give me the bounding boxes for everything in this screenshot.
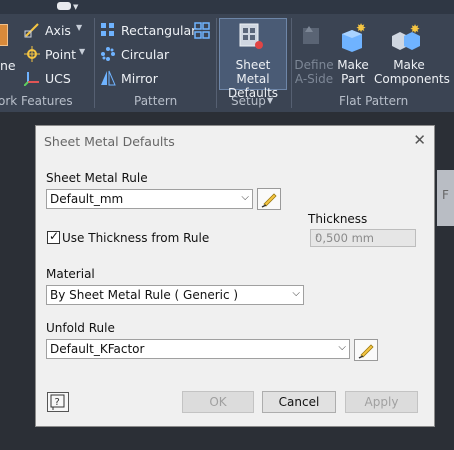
edit-sheet-metal-rule-button[interactable]: [257, 188, 281, 210]
chevron-right-icon: ›: [315, 231, 319, 242]
define-a-side-icon: [303, 26, 319, 44]
cancel-button[interactable]: Cancel: [262, 391, 336, 413]
panel-divider: [94, 18, 95, 108]
chevron-down-icon: ⌵: [292, 288, 300, 299]
dialog-title: Sheet Metal Defaults: [44, 134, 175, 149]
pattern-panel-label: Pattern: [134, 94, 178, 108]
chevron-down-icon[interactable]: ▼: [73, 3, 78, 11]
setup-panel-label[interactable]: Setup: [231, 94, 266, 108]
ucs-icon[interactable]: [24, 70, 40, 86]
pattern-extra-icon[interactable]: [194, 22, 210, 40]
chevron-down-icon[interactable]: ▼: [267, 96, 273, 105]
background-window: F: [437, 170, 454, 226]
make-part-button[interactable]: Make Part: [334, 58, 372, 86]
flat-pattern-panel-label: Flat Pattern: [339, 94, 409, 108]
chevron-down-icon: ⌵: [338, 342, 346, 353]
chevron-down-icon[interactable]: ▼: [76, 23, 82, 32]
material-dropdown[interactable]: By Sheet Metal Rule ( Generic ) ⌵: [46, 285, 304, 305]
sheet-metal-rule-value: Default_mm: [50, 192, 124, 206]
make-components-label-2: Components: [374, 72, 450, 86]
use-thickness-label: Use Thickness from Rule: [62, 231, 210, 245]
thickness-label: Thickness: [308, 212, 368, 226]
point-button[interactable]: Point: [45, 47, 76, 62]
sheet-metal-defaults-dialog: Sheet Metal Defaults ✕ Sheet Metal Rule …: [35, 125, 435, 427]
panel-divider: [291, 18, 292, 108]
axis-button[interactable]: Axis: [45, 23, 71, 38]
sketch-icon[interactable]: [0, 24, 8, 46]
help-button[interactable]: ?: [47, 392, 69, 412]
ribbon-tab-icon[interactable]: [57, 2, 71, 10]
make-part-label-2: Part: [341, 72, 365, 86]
pencil-icon: [358, 344, 374, 359]
material-value: By Sheet Metal Rule ( Generic ): [50, 288, 239, 302]
circular-pattern-button[interactable]: Circular: [121, 47, 169, 62]
work-features-panel-label: ork Features: [0, 94, 73, 108]
unfold-rule-label: Unfold Rule: [46, 321, 115, 335]
make-components-icon[interactable]: ✸: [390, 22, 424, 52]
thickness-field: 0,500 mm ›: [310, 229, 416, 247]
ucs-button[interactable]: UCS: [45, 71, 71, 86]
ribbon-top-strip: ▼: [0, 0, 454, 14]
use-thickness-checkbox[interactable]: ✓: [47, 229, 60, 244]
axis-icon[interactable]: [24, 22, 40, 38]
sheet-metal-defaults-icon[interactable]: [238, 22, 264, 50]
make-components-label-1: Make: [393, 58, 425, 72]
sheet-metal-defaults-label-1: Sheet Metal: [235, 58, 271, 86]
make-part-icon[interactable]: ✸: [338, 22, 368, 52]
make-components-button[interactable]: Make Components: [374, 58, 450, 86]
pencil-icon: [261, 193, 277, 208]
unfold-rule-value: Default_KFactor: [50, 342, 145, 356]
ribbon: ▼ ne Axis ▼ Point ▼ UCS ork Features Rec…: [0, 0, 454, 112]
svg-text:?: ?: [55, 397, 60, 408]
mirror-button[interactable]: Mirror: [121, 71, 158, 86]
chevron-down-icon: ⌵: [241, 192, 249, 203]
ok-button[interactable]: OK: [182, 391, 254, 413]
chevron-down-icon[interactable]: ▼: [79, 47, 85, 56]
mirror-icon[interactable]: [100, 70, 116, 86]
sheet-metal-rule-dropdown[interactable]: Default_mm ⌵: [46, 189, 253, 209]
help-icon: ?: [50, 394, 65, 410]
define-a-side-button[interactable]: Define A-Side: [293, 58, 335, 86]
edit-unfold-rule-button[interactable]: [354, 339, 378, 361]
svg-text:✸: ✸: [410, 22, 420, 36]
sheet-metal-rule-label: Sheet Metal Rule: [46, 171, 148, 185]
define-a-side-label-2: A-Side: [294, 72, 334, 86]
unfold-rule-dropdown[interactable]: Default_KFactor ⌵: [46, 339, 350, 359]
rectangular-pattern-icon[interactable]: [100, 22, 116, 38]
material-label: Material: [46, 267, 95, 281]
define-a-side-label-1: Define: [294, 58, 334, 72]
point-icon[interactable]: [24, 46, 40, 62]
checkmark-icon: ✓: [49, 229, 60, 243]
panel-divider: [216, 18, 217, 108]
make-part-label-1: Make: [337, 58, 369, 72]
background-window-text: F: [442, 188, 449, 202]
rectangular-pattern-button[interactable]: Rectangular: [121, 23, 196, 38]
ribbon-partial-label: ne: [0, 58, 16, 73]
circular-pattern-icon[interactable]: [100, 46, 116, 62]
apply-button[interactable]: Apply: [345, 391, 418, 413]
close-icon[interactable]: ✕: [413, 131, 426, 149]
svg-text:✸: ✸: [356, 22, 366, 35]
